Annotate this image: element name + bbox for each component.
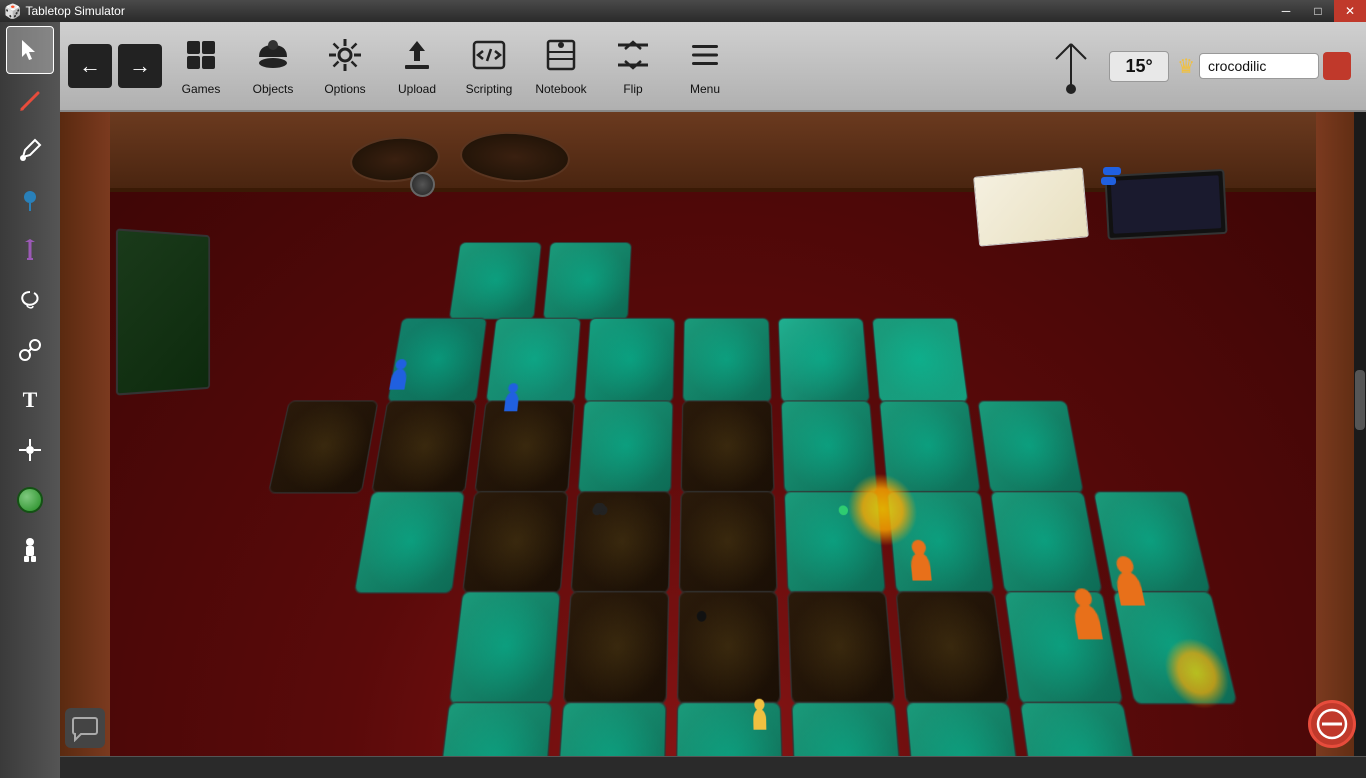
small-piece	[410, 172, 435, 197]
toolbar-right: 15° ♛	[1041, 31, 1361, 101]
tile-r3c3[interactable]	[577, 400, 673, 493]
games-label: Games	[182, 82, 221, 96]
tile-r3c2[interactable]	[474, 400, 575, 493]
meeple-yellow	[753, 709, 766, 730]
game-board	[69, 242, 1360, 778]
sidebar-tool-figurine[interactable]	[6, 526, 54, 574]
tile-r4c4[interactable]	[679, 491, 778, 594]
table-frame-left	[60, 112, 110, 778]
game-viewport	[60, 112, 1366, 778]
username-input[interactable]	[1199, 53, 1319, 79]
upload-button[interactable]: Upload	[381, 25, 453, 107]
handedness-button[interactable]	[1041, 31, 1101, 101]
flip-icon	[615, 37, 651, 78]
notebook-button[interactable]: Notebook	[525, 25, 597, 107]
angle-display: 15°	[1109, 51, 1169, 82]
options-button[interactable]: Options	[309, 25, 381, 107]
token-dark-2	[697, 611, 707, 622]
tile-r5c4[interactable]	[787, 591, 895, 705]
upload-label: Upload	[398, 82, 436, 96]
tile-r2c2[interactable]	[485, 318, 581, 403]
notebook-label: Notebook	[535, 82, 586, 96]
user-color-button[interactable]	[1323, 52, 1351, 80]
menu-icon	[687, 37, 723, 78]
upload-icon	[399, 37, 435, 78]
tile-r4c7[interactable]	[990, 491, 1103, 594]
statusbar	[60, 756, 1366, 778]
minimize-button[interactable]: ─	[1270, 0, 1302, 22]
game-table	[60, 112, 1366, 778]
sidebar-tool-pin[interactable]	[6, 176, 54, 224]
scripting-button[interactable]: Scripting	[453, 25, 525, 107]
notebook-icon	[543, 37, 579, 78]
right-scrollbar[interactable]	[1354, 112, 1366, 756]
tile-r2c5[interactable]	[778, 318, 871, 403]
blue-piece-1	[1103, 167, 1121, 175]
toolbar: ← → Games Objects Options Upload Scripti…	[60, 22, 1366, 112]
tile-r1c1[interactable]	[448, 242, 542, 320]
titlebar: 🎲 Tabletop Simulator ─ □ ✕	[0, 0, 1366, 22]
sidebar-tool-joint[interactable]	[6, 426, 54, 474]
tile-r2c6[interactable]	[872, 318, 969, 403]
scripting-label: Scripting	[466, 82, 513, 96]
sidebar-tool-draw[interactable]	[6, 76, 54, 124]
tile-r5c3[interactable]	[677, 591, 781, 705]
tile-r3c0[interactable]	[268, 400, 379, 493]
nav-forward-button[interactable]: →	[118, 44, 162, 88]
objects-button[interactable]: Objects	[237, 25, 309, 107]
sidebar-tool-pen[interactable]	[6, 226, 54, 274]
sidebar-tool-text[interactable]: T	[6, 376, 54, 424]
objects-icon	[255, 37, 291, 78]
titlebar-controls: ─ □ ✕	[1270, 0, 1366, 22]
edge-item-left	[116, 228, 210, 395]
tile-r5c5[interactable]	[896, 591, 1010, 705]
menu-button[interactable]: Menu	[669, 25, 741, 107]
green-piece	[838, 505, 848, 515]
options-label: Options	[324, 82, 365, 96]
maximize-button[interactable]: □	[1302, 0, 1334, 22]
sidebar-tool-token[interactable]	[6, 476, 54, 524]
menu-label: Menu	[690, 82, 720, 96]
nav-back-button[interactable]: ←	[68, 44, 112, 88]
scrollbar-thumb[interactable]	[1355, 370, 1365, 430]
scripting-icon	[471, 37, 507, 78]
tile-r3c7[interactable]	[977, 400, 1084, 493]
tile-r4c3[interactable]	[570, 491, 671, 594]
sidebar-tool-chain[interactable]	[6, 326, 54, 374]
tile-r5c2[interactable]	[563, 591, 670, 705]
titlebar-icon: 🎲	[4, 3, 21, 20]
tile-r3c4[interactable]	[681, 400, 775, 493]
meeple-blue-2	[504, 392, 519, 411]
games-icon	[183, 37, 219, 78]
tile-r4c2[interactable]	[462, 491, 568, 594]
device-item	[1104, 169, 1227, 240]
tile-r5c6[interactable]	[1004, 591, 1124, 705]
sidebar-tool-pointer[interactable]	[6, 26, 54, 74]
tile-r4c8[interactable]	[1093, 491, 1212, 594]
flip-label: Flip	[623, 82, 642, 96]
chat-button[interactable]	[65, 708, 105, 748]
objects-label: Objects	[253, 82, 294, 96]
sidebar-tool-paint[interactable]	[6, 126, 54, 174]
tile-r2c4[interactable]	[682, 318, 772, 403]
tile-r3c1[interactable]	[371, 400, 477, 493]
user-area: ♛	[1177, 52, 1351, 80]
options-icon	[327, 37, 363, 78]
titlebar-title: Tabletop Simulator	[25, 4, 1270, 18]
no-entry-button[interactable]	[1308, 700, 1356, 748]
sidebar: T	[0, 22, 60, 778]
tile-r4c1[interactable]	[354, 491, 466, 594]
sidebar-tool-lasso[interactable]	[6, 276, 54, 324]
bowl-right	[459, 129, 571, 185]
tile-r2c3[interactable]	[584, 318, 676, 403]
games-button[interactable]: Games	[165, 25, 237, 107]
blue-piece-2	[1101, 177, 1116, 185]
flip-button[interactable]: Flip	[597, 25, 669, 107]
tile-r5c1[interactable]	[448, 591, 561, 705]
crown-icon: ♛	[1177, 54, 1195, 79]
card-item	[973, 167, 1089, 246]
tile-r1c2[interactable]	[543, 242, 632, 320]
close-button[interactable]: ✕	[1334, 0, 1366, 22]
table-frame-top	[60, 112, 1366, 192]
